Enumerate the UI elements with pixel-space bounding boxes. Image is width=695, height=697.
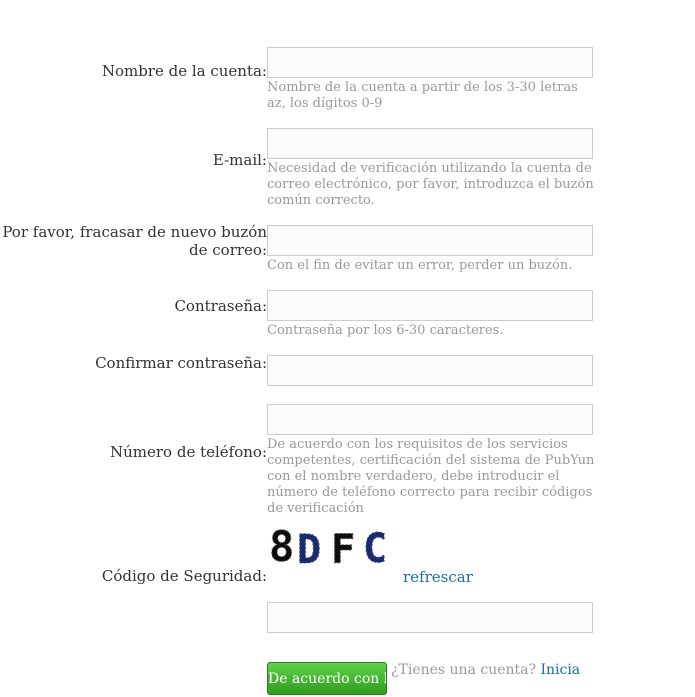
email-label: E-mail: bbox=[212, 151, 267, 169]
captcha-char-1: 8 bbox=[269, 522, 294, 569]
captcha-char-2: D bbox=[297, 527, 321, 569]
registration-form: Nombre de la cuenta: Nombre de la cuenta… bbox=[0, 0, 695, 697]
account-name-label: Nombre de la cuenta: bbox=[101, 62, 267, 80]
security-code-input[interactable] bbox=[267, 602, 593, 633]
email-confirm-input[interactable] bbox=[267, 225, 593, 256]
refresh-captcha-link[interactable]: refrescar bbox=[403, 568, 473, 586]
captcha-char-4: C bbox=[363, 526, 387, 569]
email-confirm-hint: Con el fin de evitar un error, perder un… bbox=[267, 258, 573, 273]
password-input[interactable] bbox=[267, 290, 593, 321]
captcha-char-3: F bbox=[331, 527, 355, 569]
email-confirm-label: Por favor, fracasar de nuevo buzón de co… bbox=[2, 223, 267, 259]
password-confirm-input[interactable] bbox=[267, 355, 593, 386]
phone-label: Número de teléfono: bbox=[109, 443, 267, 461]
phone-input[interactable] bbox=[267, 404, 593, 435]
password-label: Contraseña: bbox=[174, 297, 267, 315]
security-code-label: Código de Seguridad: bbox=[101, 567, 267, 585]
password-hint: Contraseña por los 6-30 caracteres. bbox=[267, 323, 504, 338]
account-name-hint: Nombre de la cuenta a partir de los 3-30… bbox=[267, 80, 578, 111]
have-account-prompt: ¿Tienes una cuenta? Inicia bbox=[391, 661, 580, 679]
agree-submit-button[interactable]: De acuerdo con los bbox=[267, 662, 387, 695]
password-confirm-label: Confirmar contraseña: bbox=[95, 354, 267, 372]
login-link[interactable]: Inicia bbox=[540, 662, 580, 678]
account-name-input[interactable] bbox=[267, 47, 593, 78]
phone-hint: De acuerdo con los requisitos de los ser… bbox=[267, 437, 595, 516]
email-input[interactable] bbox=[267, 128, 593, 159]
email-hint: Necesidad de verificación utilizando la … bbox=[267, 161, 594, 208]
captcha-image[interactable]: 8 D F C bbox=[267, 521, 399, 570]
have-account-text: ¿Tienes una cuenta? bbox=[391, 662, 537, 678]
